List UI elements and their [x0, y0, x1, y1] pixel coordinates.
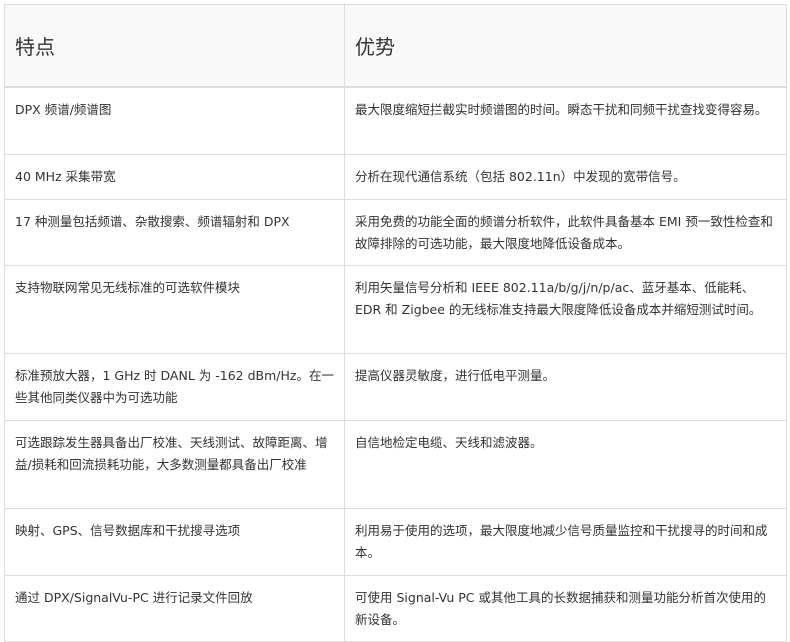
table-row: DPX 频谱/频谱图 最大限度缩短拦截实时频谱图的时间。瞬态干扰和同频干扰查找变…	[4, 86, 787, 155]
table-header-row: 特点 优势	[4, 4, 787, 88]
advantage-cell: 利用矢量信号分析和 IEEE 802.11a/b/g/j/n/p/ac、蓝牙基本…	[344, 265, 787, 354]
advantage-cell: 分析在现代通信系统（包括 802.11n）中发现的宽带信号。	[344, 154, 787, 200]
advantage-cell: 采用免费的功能全面的频谱分析软件，此软件具备基本 EMI 预一致性检查和故障排除…	[344, 199, 787, 266]
feature-cell: 可选跟踪发生器具备出厂校准、天线测试、故障距离、增益/损耗和回流损耗功能，大多数…	[4, 420, 345, 509]
table-row: 17 种测量包括频谱、杂散搜索、频谱辐射和 DPX 采用免费的功能全面的频谱分析…	[4, 199, 787, 266]
feature-cell: 17 种测量包括频谱、杂散搜索、频谱辐射和 DPX	[4, 199, 345, 266]
table-row: 标准预放大器，1 GHz 时 DANL 为 -162 dBm/Hz。在一些其他同…	[4, 353, 787, 421]
table-row: 可选跟踪发生器具备出厂校准、天线测试、故障距离、增益/损耗和回流损耗功能，大多数…	[4, 420, 787, 509]
header-feature: 特点	[4, 4, 345, 88]
advantage-cell: 提高仪器灵敏度，进行低电平测量。	[344, 353, 787, 421]
table-row: 支持物联网常见无线标准的可选软件模块 利用矢量信号分析和 IEEE 802.11…	[4, 265, 787, 354]
feature-cell: 映射、GPS、信号数据库和干扰搜寻选项	[4, 508, 345, 576]
feature-advantage-table: 特点 优势 DPX 频谱/频谱图 最大限度缩短拦截实时频谱图的时间。瞬态干扰和同…	[4, 4, 787, 642]
feature-cell: 支持物联网常见无线标准的可选软件模块	[4, 265, 345, 354]
advantage-cell: 利用易于使用的选项，最大限度地减少信号质量监控和干扰搜寻的时间和成本。	[344, 508, 787, 576]
table-row: 40 MHz 采集带宽 分析在现代通信系统（包括 802.11n）中发现的宽带信…	[4, 154, 787, 200]
feature-cell: DPX 频谱/频谱图	[4, 86, 345, 155]
advantage-cell: 自信地检定电缆、天线和滤波器。	[344, 420, 787, 509]
feature-cell: 标准预放大器，1 GHz 时 DANL 为 -162 dBm/Hz。在一些其他同…	[4, 353, 345, 421]
header-advantage: 优势	[344, 4, 787, 88]
table-row: 映射、GPS、信号数据库和干扰搜寻选项 利用易于使用的选项，最大限度地减少信号质…	[4, 508, 787, 576]
advantage-cell: 最大限度缩短拦截实时频谱图的时间。瞬态干扰和同频干扰查找变得容易。	[344, 86, 787, 155]
feature-cell: 40 MHz 采集带宽	[4, 154, 345, 200]
